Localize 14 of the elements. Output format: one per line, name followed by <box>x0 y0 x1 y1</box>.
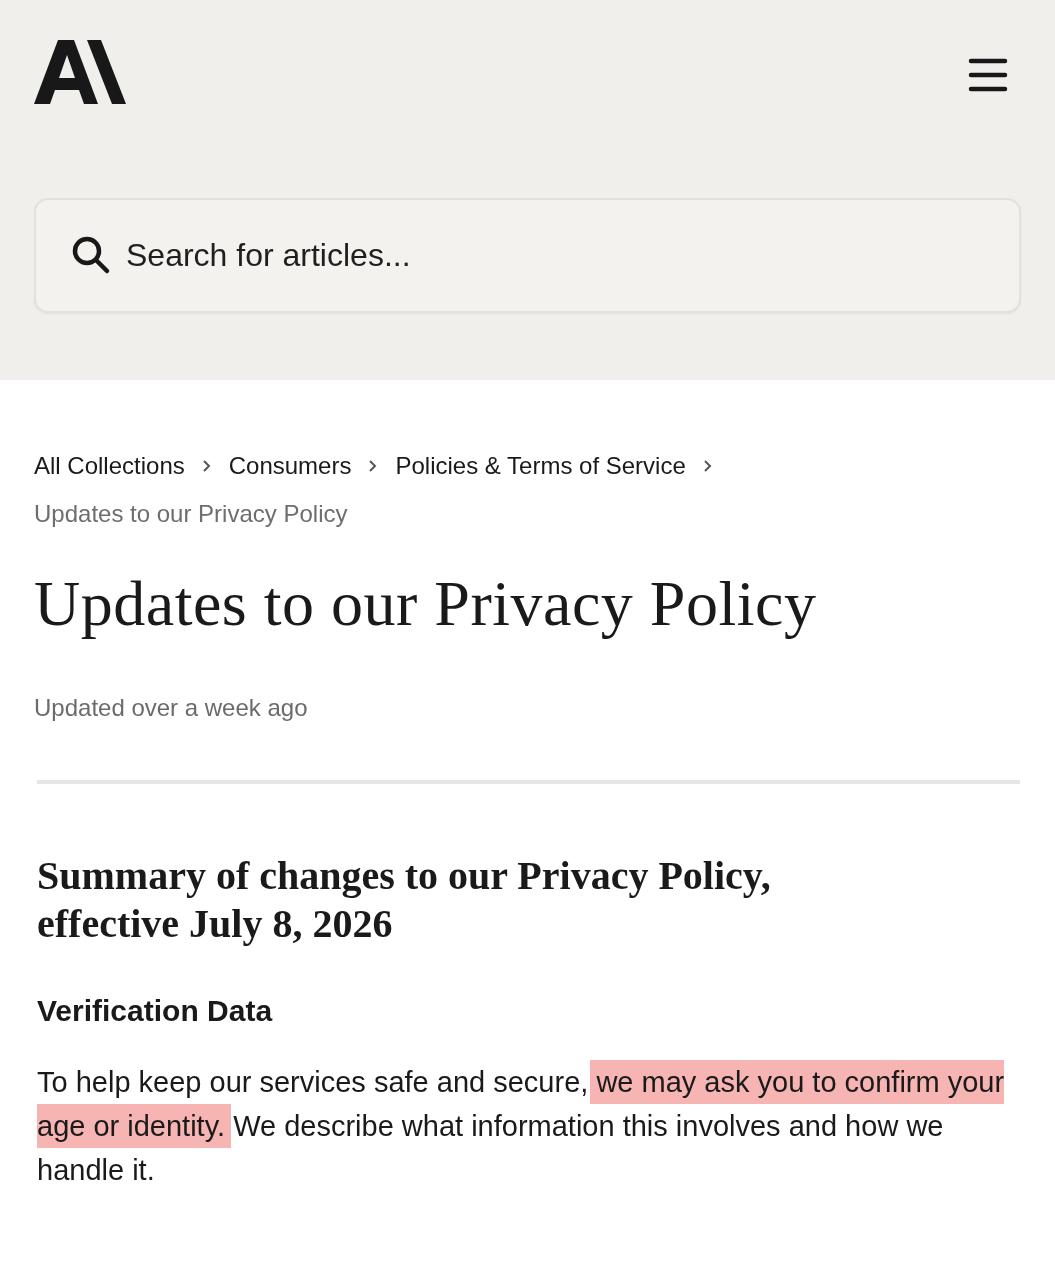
current-page-label: Updates to our Privacy Policy <box>34 499 348 529</box>
breadcrumb-link[interactable]: Consumers <box>228 450 352 482</box>
chevron-icon <box>701 459 714 473</box>
section-heading: Summary of changes to our Privacy Policy, effective July 8, 2026 <box>37 852 772 948</box>
breadcrumb-link[interactable]: Policies & Terms of Service <box>395 450 686 482</box>
subsection-heading: Verification Data <box>37 994 274 1028</box>
chevron-icon <box>200 459 213 473</box>
article-title: Updates to our Privacy Policy <box>34 568 818 640</box>
search-field[interactable]: Search for articles... <box>34 198 1021 313</box>
breadcrumb-link[interactable]: All Collections <box>34 450 185 482</box>
updated-date: Updated over a week ago <box>34 694 309 722</box>
logo-icon[interactable] <box>34 40 126 104</box>
search-icon <box>71 235 111 275</box>
menu-icon <box>968 58 1008 92</box>
